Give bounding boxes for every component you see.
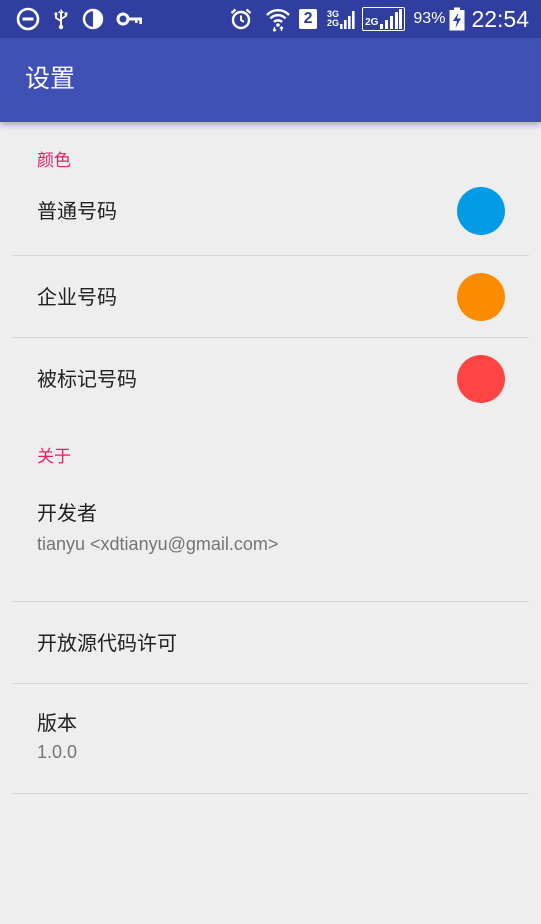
signal-icon — [380, 9, 403, 29]
pref-title: 被标记号码 — [37, 367, 137, 391]
signal-icon — [340, 7, 356, 31]
pref-title: 开发者 — [37, 501, 97, 525]
network-box-label: 2G — [365, 17, 379, 28]
wifi-icon — [265, 7, 291, 32]
color-swatch[interactable] — [457, 272, 505, 321]
battery-charging-icon — [449, 7, 465, 31]
sim-slot-badge: 2 — [299, 9, 318, 29]
pref-version[interactable]: 版本 1.0.0 — [12, 684, 529, 794]
status-bar: 2 3G 2G 2G 93% 22:54 — [0, 0, 541, 38]
status-system: 2 3G 2G 2G 93% 22:54 — [229, 0, 529, 38]
minus-circle-icon — [16, 7, 40, 31]
pref-title: 普通号码 — [37, 198, 117, 223]
network-type-bottom: 2G — [327, 18, 340, 28]
brightness-icon — [82, 7, 104, 31]
pref-title: 开放源代码许可 — [37, 630, 177, 655]
pref-title: 版本 — [37, 711, 77, 735]
network-box: 2G — [362, 7, 406, 31]
usb-icon — [52, 7, 70, 31]
battery-percent: 93% — [413, 10, 446, 27]
pref-color-business-number[interactable]: 企业号码 — [12, 256, 529, 338]
pref-summary: tianyu <xdtianyu@gmail.com> — [37, 534, 279, 554]
pref-developer[interactable]: 开发者 tianyu <xdtianyu@gmail.com> — [12, 492, 529, 602]
page-title: 设置 — [25, 64, 76, 93]
pref-color-marked-number[interactable]: 被标记号码 — [12, 338, 529, 420]
app-bar: 设置 — [0, 38, 541, 122]
section-header-about: 关于 — [37, 447, 71, 467]
alarm-icon — [229, 7, 253, 31]
color-swatch[interactable] — [457, 186, 505, 235]
settings-list: 颜色 普通号码 企业号码 被标记号码 关于 开发者 tianyu <xdtian… — [0, 122, 541, 794]
key-icon — [116, 7, 144, 31]
clock: 22:54 — [471, 5, 529, 32]
pref-color-normal-number[interactable]: 普通号码 — [12, 166, 529, 256]
pref-title: 企业号码 — [37, 284, 117, 309]
color-swatch[interactable] — [457, 355, 505, 403]
section-header-colors: 颜色 — [37, 151, 71, 171]
pref-summary: 1.0.0 — [37, 742, 78, 762]
pref-open-source-licenses[interactable]: 开放源代码许可 — [12, 602, 529, 684]
status-notifications — [16, 0, 156, 38]
network-type: 3G 2G — [327, 10, 339, 28]
